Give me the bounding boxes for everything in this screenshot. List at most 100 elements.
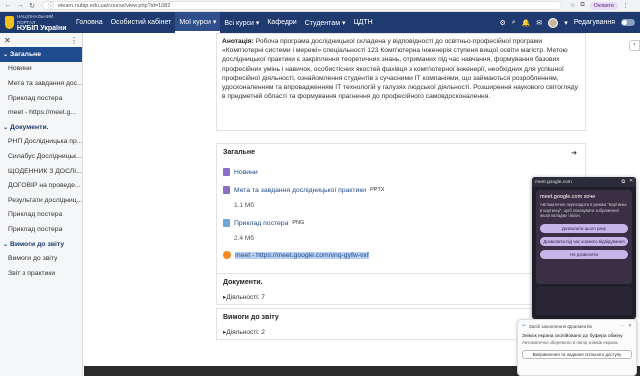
more-options-icon[interactable]: ⋯ <box>620 323 625 329</box>
activity-goals[interactable]: Мета та завдання дослідницької практики … <box>223 186 384 194</box>
close-icon[interactable]: ✕ <box>629 179 633 185</box>
activity-count-text: Діяльності: 7 <box>226 294 265 301</box>
notifications-icon[interactable]: 🔔 <box>522 19 531 27</box>
star-icon[interactable]: ☆ <box>570 2 575 9</box>
more-icon[interactable]: ⋮ <box>70 36 78 45</box>
nav-menu: Головна Особистий кабінет Мої курси ▾ Вс… <box>72 12 377 33</box>
back-icon[interactable]: ← <box>4 2 12 10</box>
avatar[interactable] <box>548 17 559 28</box>
course-description: Анотація: Робоча програма дослідницької … <box>216 33 586 131</box>
nav-dashboard[interactable]: Особистий кабінет <box>107 12 176 33</box>
nav-departments[interactable]: Кафедри <box>263 12 300 33</box>
forward-icon[interactable]: → <box>16 2 24 10</box>
user-menu-chevron-icon[interactable]: ▾ <box>564 19 568 27</box>
section-title[interactable]: Документи. <box>223 279 263 286</box>
arrow-right-icon[interactable]: ➔ <box>571 149 577 157</box>
edit-mode-label: Редагування <box>573 19 615 26</box>
browser-toolbar: ← → ↻ ⓘ elearn.nubip.edu.ua/course/view.… <box>0 0 640 12</box>
file-icon <box>223 186 230 194</box>
update-button[interactable]: Оновити <box>589 1 618 10</box>
file-size: 2.4 Мб <box>234 235 254 242</box>
sidebar-item[interactable]: Силабус Дослідницьк... <box>0 149 82 164</box>
section-title[interactable]: Вимоги до звіту <box>223 314 279 321</box>
allow-once-button[interactable]: Дозволити цього разу <box>540 223 628 233</box>
sidebar-item[interactable]: Приклад постера <box>0 222 82 237</box>
popup-titlebar: meet.google.com ⧉ ✕ <box>532 177 636 187</box>
browser-actions: ☆ ⧉ Оновити ⋮ <box>570 1 629 10</box>
site-logo[interactable]: НАЦІОНАЛЬНИЙ ПОРТАЛ НУБІП України <box>0 12 72 33</box>
menu-icon[interactable]: ⋮ <box>623 2 629 9</box>
allow-always-button[interactable]: Дозволити під час кожного відвідування <box>540 236 628 246</box>
nav-my-courses[interactable]: Мої курси ▾ <box>175 12 221 33</box>
sidebar-item[interactable]: ЩОДЕННИК З ДОСЛІ... <box>0 164 82 179</box>
activity-label: Приклад постера <box>234 219 289 227</box>
activity-label: meet - https://meet.google.com/vnq-gyfw-… <box>235 251 369 259</box>
video-preview <box>536 287 632 315</box>
sidebar-item[interactable]: Вимоги до звіту <box>0 251 82 266</box>
file-type: PPTX <box>370 187 385 193</box>
sidebar-section-general[interactable]: ⌄ Загальне <box>0 47 82 62</box>
activity-count-text: Діяльності: 2 <box>226 329 265 336</box>
chevron-down-icon[interactable]: ⌄ <box>3 51 8 58</box>
toast-header: ✂ Засіб захоплення фрагментів ⋯ ✕ <box>522 323 632 329</box>
edit-mode-toggle[interactable] <box>621 19 635 26</box>
address-bar[interactable]: ⓘ elearn.nubip.edu.ua/course/view.php?id… <box>42 1 562 10</box>
chevron-down-icon[interactable]: ⌄ <box>3 241 8 248</box>
edit-share-button[interactable]: Виправлення та надання спільного доступу <box>522 350 632 359</box>
permission-title: meet.google.com хоче <box>540 194 596 200</box>
nav-home[interactable]: Головна <box>72 12 107 33</box>
activity-news[interactable]: Новини <box>223 168 258 176</box>
close-icon[interactable]: ✕ <box>628 323 632 329</box>
logo-shield-icon <box>5 16 14 29</box>
popup-host: meet.google.com <box>535 179 572 185</box>
activity-meet-link[interactable]: meet - https://meet.google.com/vnq-gyfw-… <box>223 251 369 259</box>
activity-label: Мета та завдання дослідницької практики <box>234 186 367 194</box>
course-index-sidebar: ✕ ⋮ ⌄ Загальне Новини Мета та завдання до… <box>0 33 83 376</box>
back-to-tab-icon[interactable]: ⧉ <box>622 179 625 185</box>
activity-count: ▸Діяльності: 7 <box>223 293 265 301</box>
sidebar-section-requirements[interactable]: ⌄ Вимоги до звіту <box>0 237 82 252</box>
activity-poster[interactable]: Приклад постера PNG <box>223 219 304 227</box>
description-text: Робоча програма дослідницької складена у… <box>222 38 579 101</box>
meet-pip-popup: meet.google.com ⧉ ✕ meet.google.com хоче … <box>532 177 636 319</box>
sidebar-item[interactable]: Звіт з практики <box>0 266 82 281</box>
sidebar-item[interactable]: Приклад постера <box>0 91 82 106</box>
site-info-icon[interactable]: ⓘ <box>48 1 54 10</box>
deny-button[interactable]: Не дозволяти <box>540 249 628 259</box>
permission-desc: Автоматично переходити в режим "Картинка… <box>540 202 627 218</box>
sidebar-item[interactable]: ДОГОВІР на проведе... <box>0 178 82 193</box>
nav-all-courses[interactable]: Всі курси ▾ <box>220 12 263 33</box>
sidebar-item[interactable]: Новини <box>0 62 82 77</box>
extensions-icon[interactable]: ⧉ <box>580 2 584 9</box>
open-block-drawer-icon[interactable]: ‹ <box>629 40 640 51</box>
logo-line1: НАЦІОНАЛЬНИЙ ПОРТАЛ <box>16 13 54 25</box>
image-icon <box>223 219 230 227</box>
sidebar-item[interactable]: Результати дослідниц... <box>0 193 82 208</box>
accessibility-icon[interactable]: ⚙ <box>500 19 506 27</box>
sidebar-item[interactable]: РНП Дослідницька пр... <box>0 135 82 150</box>
chevron-down-icon[interactable]: ⌄ <box>3 124 8 131</box>
reload-icon[interactable]: ↻ <box>28 2 36 10</box>
messages-icon[interactable]: ✉ <box>536 19 542 27</box>
url-icon <box>223 251 231 259</box>
file-size: 1.1 Мб <box>234 202 254 209</box>
sidebar-section-documents[interactable]: ⌄ Документи. <box>0 120 82 135</box>
forum-icon <box>223 168 230 176</box>
close-drawer-icon[interactable]: ✕ <box>4 36 11 45</box>
browser-nav: ← → ↻ <box>0 2 36 10</box>
toast-subtitle: Автоматично збережено в папці знімків ек… <box>522 340 619 345</box>
logo-line2: НУБІП України <box>16 24 67 32</box>
snipping-tool-toast: ✂ Засіб захоплення фрагментів ⋯ ✕ Знімок … <box>517 319 637 376</box>
sidebar-item[interactable]: meet - https://meet.g... <box>0 105 82 120</box>
nav-students[interactable]: Студентам ▾ <box>301 12 350 33</box>
permission-dialog: meet.google.com хоче Автоматично переход… <box>536 190 632 284</box>
snip-icon: ✂ <box>522 323 526 328</box>
sidebar-item[interactable]: Приклад постера <box>0 208 82 223</box>
sidebar-item[interactable]: Мета та завдання дос... <box>0 76 82 91</box>
activity-label: Новини <box>234 168 258 176</box>
search-icon[interactable]: ⌕ <box>512 19 516 27</box>
sidebar-header: ✕ ⋮ <box>0 33 82 47</box>
nav-cdtn[interactable]: ЦДТН <box>349 12 376 33</box>
activity-count: ▸Діяльності: 2 <box>223 328 265 336</box>
section-title[interactable]: Загальне <box>223 149 255 156</box>
